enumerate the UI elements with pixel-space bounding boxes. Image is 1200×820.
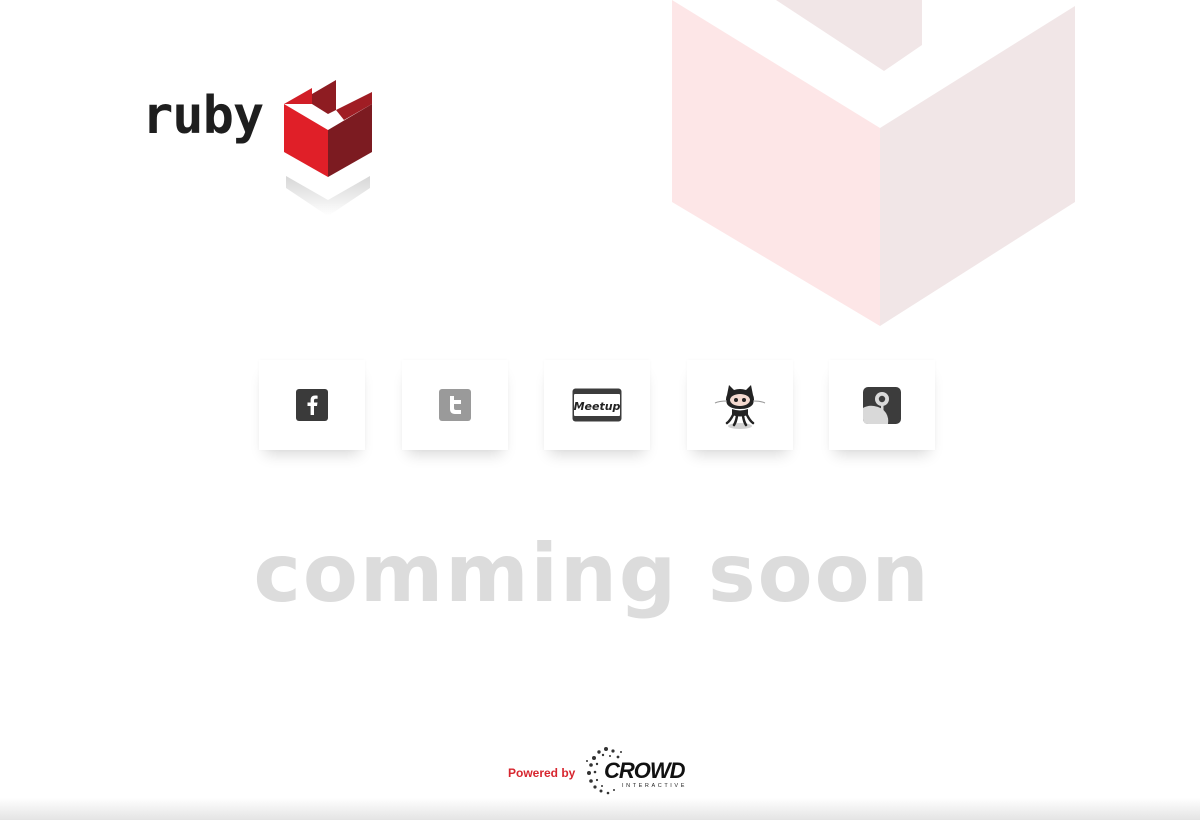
github-button[interactable] — [687, 360, 793, 450]
crowd-interactive-logo[interactable]: CROWD INTERACTIVE — [586, 744, 704, 796]
ruby-logo[interactable]: ruby — [140, 80, 380, 220]
twitter-button[interactable] — [402, 360, 508, 450]
powered-by-label: Powered by — [508, 766, 576, 780]
twitter-icon — [439, 389, 471, 421]
svg-text:Meetup: Meetup — [574, 400, 621, 413]
github-octocat-icon — [714, 385, 766, 429]
coming-soon-heading: comming soon — [253, 527, 931, 620]
crowd-subtext: INTERACTIVE — [622, 783, 687, 789]
google-plus-button[interactable] — [829, 360, 935, 450]
landing-page: ruby Meetup comming soon Powered by CROW… — [0, 0, 1200, 820]
crowd-wordmark: CROWD — [604, 758, 686, 783]
meetup-icon: Meetup — [572, 388, 622, 422]
bottom-gradient-bar — [0, 798, 1200, 820]
logo-wordmark: ruby — [142, 86, 264, 146]
facebook-icon — [296, 389, 328, 421]
ruby-cube-icon — [284, 80, 372, 216]
social-links: Meetup — [0, 360, 1200, 460]
google-plus-icon — [863, 387, 901, 424]
background-cube-graphic — [672, 0, 1075, 326]
facebook-button[interactable] — [259, 360, 365, 450]
footer: Powered by CROWD INTERACTIVE — [0, 742, 1200, 796]
meetup-button[interactable]: Meetup — [544, 360, 650, 450]
